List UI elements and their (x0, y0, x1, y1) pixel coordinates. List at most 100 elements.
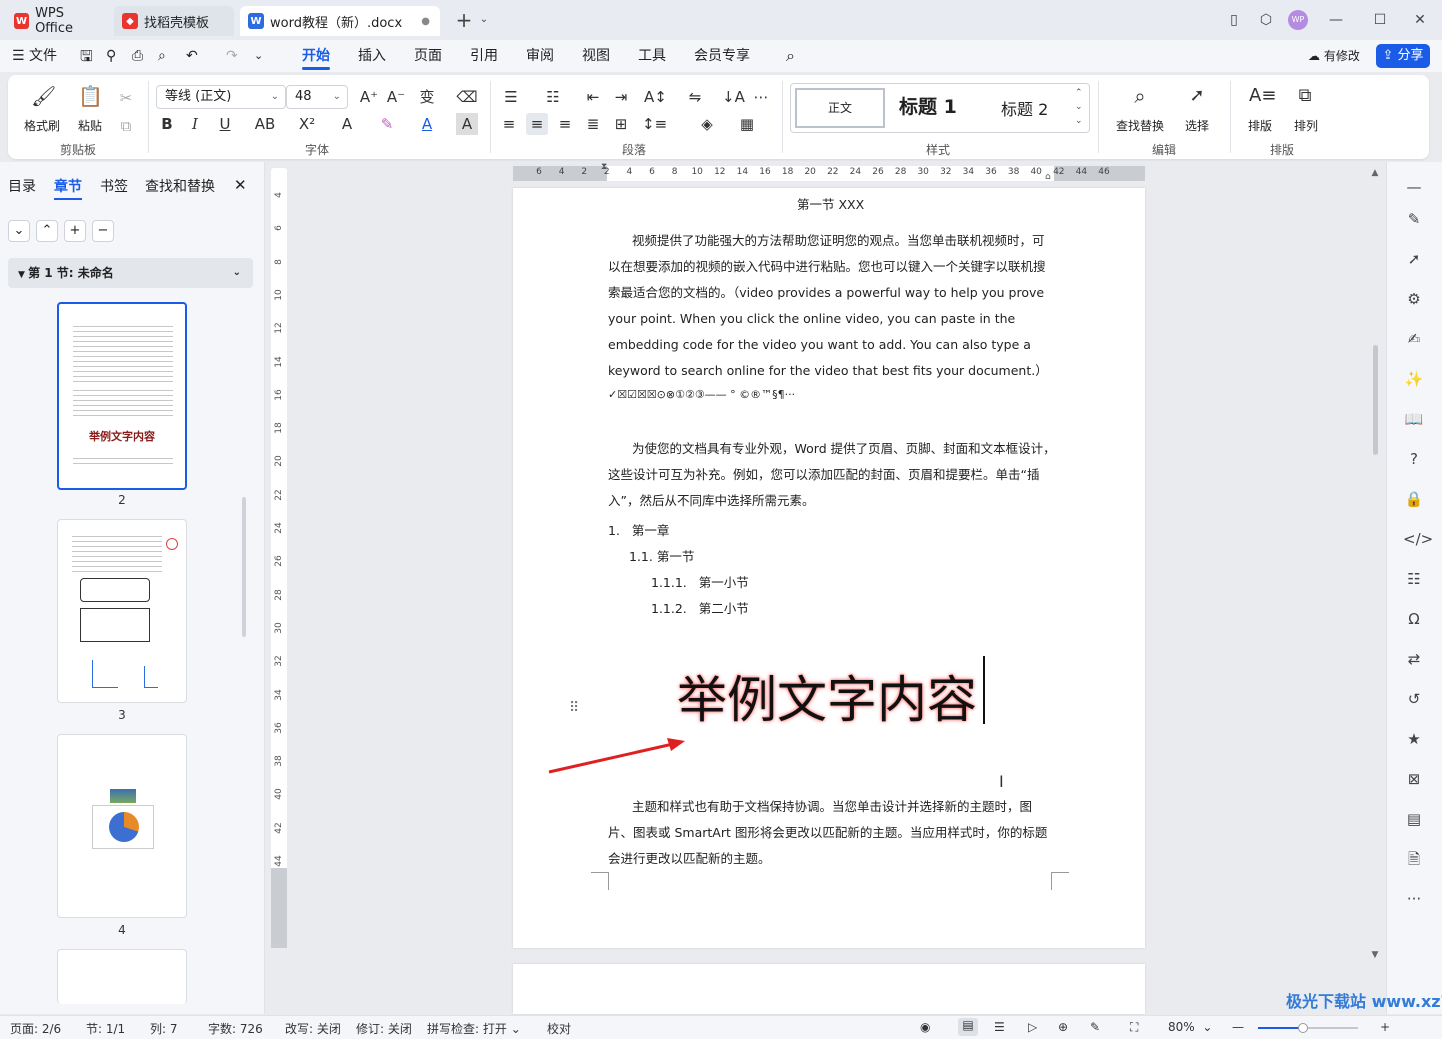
doc-search-icon[interactable]: 🗎 (1403, 848, 1425, 870)
align-left-icon[interactable]: ≡ (498, 113, 520, 135)
shrink-font-icon[interactable]: A⁻ (385, 86, 407, 108)
vertical-ruler[interactable]: 4681012141618202224262830323436384042444… (271, 168, 287, 948)
maximize-icon[interactable]: ☐ (1368, 8, 1392, 32)
highlight-icon[interactable]: ✎ (376, 113, 398, 135)
distributed-icon[interactable]: ⊞ (610, 113, 632, 135)
paragraph-1[interactable]: 视频提供了功能强大的方法帮助您证明您的观点。当您单击联机视频时，可以在想要添加的… (608, 228, 1056, 384)
indent-marker-icon[interactable]: ⧗ (601, 162, 607, 172)
menu-references[interactable]: 引用 (470, 40, 498, 72)
save-icon[interactable]: 🖫 (80, 40, 93, 72)
scroll-up-icon[interactable]: ▲ (1370, 168, 1380, 188)
book-search-icon[interactable]: 📖 (1403, 408, 1425, 430)
underline-icon[interactable]: U (214, 113, 236, 135)
superscript-icon[interactable]: X² (296, 113, 318, 135)
document-page-next[interactable] (513, 964, 1145, 1014)
unsaved-dot-icon[interactable]: ● (421, 16, 430, 27)
paste-button[interactable]: 粘贴 (70, 117, 110, 134)
page-thumbnail-3[interactable] (57, 519, 187, 703)
show-marks-icon[interactable]: ⋯ (750, 86, 772, 108)
cursor-icon[interactable]: ➚ (1403, 248, 1425, 270)
grow-font-icon[interactable]: A⁺ (358, 86, 380, 108)
search-icon[interactable]: ⌕ (786, 40, 795, 72)
style-heading-1[interactable]: 标题 1 (899, 92, 957, 119)
close-icon[interactable]: ✕ (1408, 8, 1432, 32)
font-color-icon[interactable]: A (416, 113, 438, 135)
select-button[interactable]: 选择 (1176, 117, 1218, 134)
copy-icon[interactable]: ⧉ (115, 115, 137, 137)
status-section[interactable]: 节: 1/1 (86, 1020, 125, 1037)
cube-icon[interactable]: ⬡ (1254, 8, 1278, 32)
collapse-up-button[interactable]: ⌃ (36, 220, 58, 242)
menu-home[interactable]: 开始 (302, 40, 330, 72)
arrange-icon[interactable]: ⧉ (1294, 85, 1316, 107)
tab-toc[interactable]: 目录 (8, 176, 36, 196)
zoom-level[interactable]: 80% ⌄ (1168, 1020, 1212, 1034)
borders-icon[interactable]: ▦ (736, 113, 758, 135)
image-frame-icon[interactable]: ⊠ (1403, 768, 1425, 790)
bold-icon[interactable]: B (156, 113, 178, 135)
eye-icon[interactable]: ◉ (920, 1020, 930, 1034)
print-icon[interactable]: ⎙ (132, 40, 143, 72)
horizontal-ruler[interactable]: 6 4 2 2 4 6 8 10 12 14 16 18 20 22 24 26 28 30 32 34 36 38 40 4… (513, 162, 1145, 182)
arrange-button[interactable]: 排列 (1286, 117, 1326, 134)
font-family-select[interactable]: 等线 (正文) ⌄ (156, 85, 286, 109)
paste-icon[interactable]: 📋 (78, 85, 103, 107)
section-header[interactable]: ▼ 第 1 节: 未命名 ⌄ (8, 258, 253, 288)
add-section-button[interactable]: + (64, 220, 86, 242)
typesetting-button[interactable]: 排版 (1240, 117, 1280, 134)
cursor-select-icon[interactable]: ➚ (1186, 85, 1208, 107)
pen-mode-icon[interactable]: ✎ (1090, 1020, 1100, 1034)
phonetic-icon[interactable]: 变 (416, 86, 438, 108)
format-painter-icon[interactable]: 🖌 (31, 85, 56, 107)
page-view-icon[interactable]: ▤ (958, 1018, 978, 1036)
redo-icon[interactable]: ↷ (226, 40, 238, 72)
decrease-indent-icon[interactable]: ⇤ (582, 86, 604, 108)
lock-icon[interactable]: 🔒 (1403, 488, 1425, 510)
paragraph-2[interactable]: 为使您的文档具有专业外观，Word 提供了页眉、页脚、封面和文本框设计，这些设计… (608, 436, 1056, 514)
magic-wand-icon[interactable]: ✨ (1403, 368, 1425, 390)
find-replace-button[interactable]: 查找替换 (1110, 117, 1170, 134)
status-overwrite[interactable]: 改写: 关闭 (285, 1020, 341, 1037)
status-page[interactable]: 页面: 2/6 (10, 1020, 61, 1037)
page-thumbnail-2[interactable]: 举例文字内容 (57, 302, 187, 490)
font-size-select[interactable]: 48 ⌄ (286, 85, 348, 109)
play-icon[interactable]: ▷ (1028, 1020, 1037, 1034)
text-effect-icon[interactable]: A (336, 113, 358, 135)
status-proofread[interactable]: 校对 (547, 1020, 571, 1037)
sort-icon[interactable]: ↓A (722, 86, 745, 108)
minimize-icon[interactable]: — (1324, 8, 1348, 32)
tab-bookmarks[interactable]: 书签 (100, 176, 128, 196)
collapse-down-button[interactable]: ⌄ (8, 220, 30, 242)
fit-screen-icon[interactable]: ⛶ (1130, 1020, 1138, 1035)
file-menu[interactable]: ☰ 文件 (12, 40, 57, 72)
zoom-out-icon[interactable]: — (1232, 1020, 1244, 1034)
list-item-section[interactable]: 1.1. 第一节 (629, 546, 694, 565)
zoom-slider[interactable] (1258, 1023, 1358, 1033)
list-item-chapter[interactable]: 1. 第一章 (608, 520, 669, 539)
page-thumbnail-5[interactable] (57, 949, 187, 1004)
line-spacing-icon[interactable]: ↕≡ (642, 113, 667, 135)
list-item-subsection-2[interactable]: 1.1.2. 第二小节 (651, 598, 749, 617)
omega-icon[interactable]: Ω (1403, 608, 1425, 630)
cut-icon[interactable]: ✂ (115, 87, 137, 109)
styles-scroll-icon[interactable]: ⌃ ⌄ ⌄ (1075, 86, 1083, 128)
paragraph-3[interactable]: 主题和样式也有助于文档保持协调。当您单击设计并选择新的主题时，图片、图表或 Sm… (608, 794, 1056, 872)
menu-page[interactable]: 页面 (414, 40, 442, 72)
more-icon[interactable]: ··· (1403, 888, 1425, 910)
scroll-down-icon[interactable]: ▼ (1370, 950, 1380, 962)
justify-icon[interactable]: ≣ (582, 113, 604, 135)
zoom-slider-handle[interactable] (1298, 1023, 1308, 1033)
history-icon[interactable]: ↺ (1403, 688, 1425, 710)
list-tree-icon[interactable]: ☷ (1403, 568, 1425, 590)
chinese-layout-icon[interactable]: A↕ (644, 86, 667, 108)
collapse-icon[interactable]: — (1403, 176, 1425, 198)
menu-tools[interactable]: 工具 (638, 40, 666, 72)
doc-tools-icon[interactable]: ▤ (1403, 808, 1425, 830)
menu-insert[interactable]: 插入 (358, 40, 386, 72)
style-normal[interactable]: 正文 (795, 88, 885, 128)
zoom-in-icon[interactable]: + (1380, 1020, 1390, 1034)
print-preview-icon[interactable]: ⌕ (158, 40, 166, 72)
ai-write-icon[interactable]: ✍ (1403, 328, 1425, 350)
menu-view[interactable]: 视图 (582, 40, 610, 72)
italic-icon[interactable]: I (184, 113, 206, 135)
